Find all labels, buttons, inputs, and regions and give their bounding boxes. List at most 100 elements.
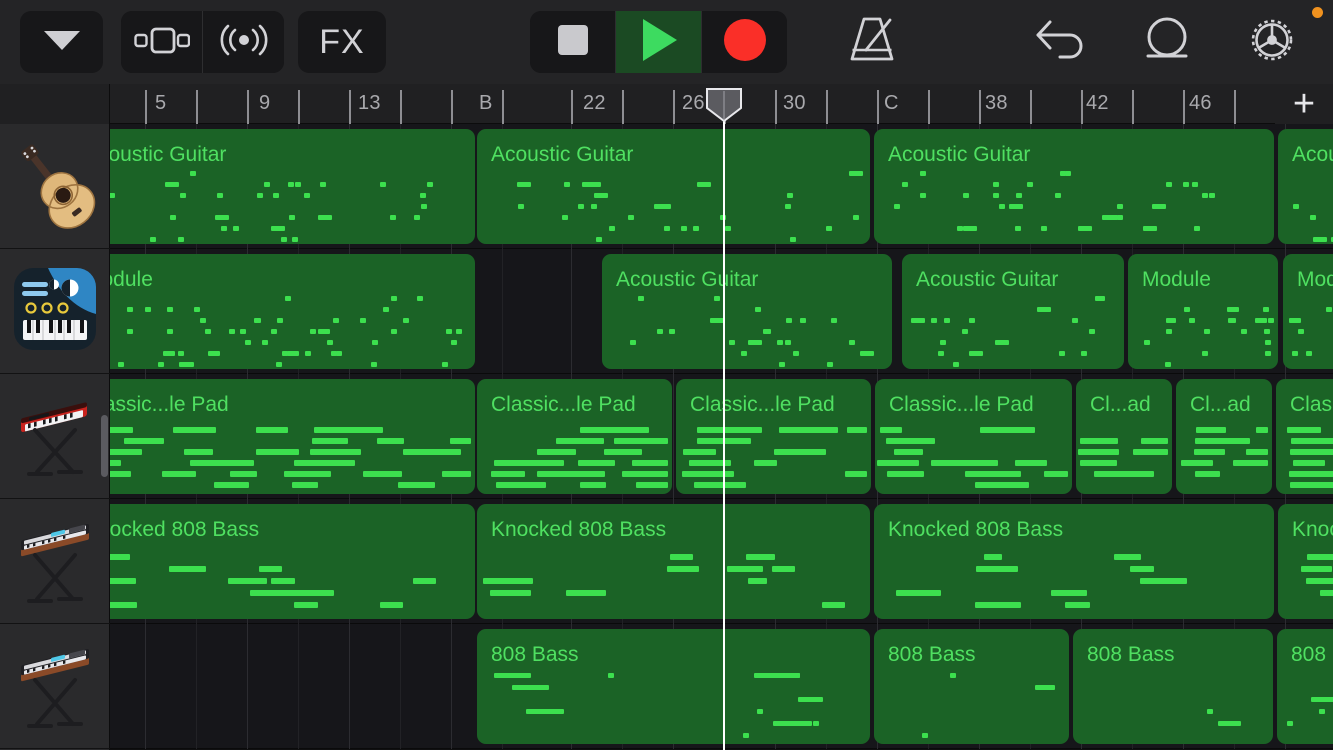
undo-button[interactable] [1026,11,1098,73]
midi-note [579,427,650,433]
track-acoustic-guitar-header[interactable] [0,124,110,249]
midi-note [220,226,227,231]
region-clip[interactable]: Knocked 808 Bass [1278,504,1333,619]
region-clip[interactable]: Module [1128,254,1278,369]
midi-note [157,362,164,367]
region-clip[interactable]: Classic...le Pad [676,379,871,494]
lane-gridline [196,624,197,749]
midi-note [992,193,999,198]
region-clip[interactable]: 808 Bass [874,629,1069,744]
region-clip[interactable]: Classic...le Pad [110,379,475,494]
live-loops-button[interactable] [203,11,284,73]
midi-note [1113,554,1142,560]
play-button[interactable] [616,11,701,73]
midi-note [668,329,675,334]
region-clip[interactable]: 808 Bass [1073,629,1273,744]
region-clip[interactable]: Acoustic Guitar [477,129,870,244]
track-module-lane[interactable]: Module Acoustic Guitar Acoustic Guitar Modu… [110,249,1333,374]
midi-note [1098,296,1105,301]
region-clip[interactable]: Classic...le Pad [875,379,1072,494]
region-clip[interactable]: Clas...ad [1276,379,1333,494]
midi-note [318,215,333,220]
midi-note [127,307,134,312]
region-clip[interactable]: 808 Bass [1277,629,1333,744]
midi-note [213,482,249,488]
track-knocked-808-bass-lane[interactable]: Knocked 808 Bass Knocked 808 Bass Knocked … [110,499,1333,624]
midi-note [1116,204,1123,209]
midi-note [1183,182,1190,187]
playhead-handle[interactable] [706,88,742,123]
midi-note [1193,449,1225,455]
add-track-button[interactable]: + [1275,84,1333,124]
midi-note [849,340,856,345]
midi-note [228,329,235,334]
midi-note [389,215,396,220]
record-button[interactable] [702,11,787,73]
midi-note [1291,438,1333,444]
settings-button[interactable] [1236,11,1308,73]
midi-note [526,709,565,714]
stop-square-icon [553,20,593,65]
region-clip[interactable]: Module [1283,254,1333,369]
midi-note [680,226,687,231]
region-clip[interactable]: Acoustic Guitar [110,129,475,244]
timeline-ruler[interactable]: 5 9 13 B 22 26 30 C 38 42 46 + [0,84,1333,124]
midi-note [757,709,764,714]
track-knocked-808-bass-header[interactable] [0,499,110,624]
ruler-bar-label: 9 [259,92,271,114]
tracks-view-button[interactable] [121,11,202,73]
region-clip[interactable]: Acoustic Guitar [1278,129,1333,244]
midi-note [255,449,299,455]
region-clip[interactable]: Cl...ad [1176,379,1272,494]
midi-note [719,215,726,220]
midi-note [292,482,318,488]
midi-note [1193,226,1200,231]
region-clip[interactable]: Module [110,254,475,369]
midi-note [1325,307,1332,312]
ruler-tick [622,90,624,124]
region-clip[interactable]: Classic...le Pad [477,379,672,494]
vertical-scroll-thumb[interactable] [101,415,108,477]
region-label: Knocked 808 Bass [110,518,260,541]
region-clip[interactable]: Acoustic Guitar [902,254,1124,369]
fx-button[interactable]: FX [298,11,386,73]
region-clip[interactable]: Acoustic Guitar [874,129,1274,244]
midi-note [416,296,423,301]
midi-note [482,578,533,584]
metronome-button[interactable] [836,11,908,73]
midi-note [943,318,950,323]
midi-note [748,340,763,345]
midi-note [270,578,296,584]
track-808-bass-header[interactable] [0,624,110,749]
track-classic-pad-lane[interactable]: Classic...le Pad Classic...le Pad Classic.… [110,374,1333,499]
midi-note [1217,721,1241,726]
midi-note [968,318,975,323]
track-classic-pad-header[interactable] [0,374,110,499]
library-button[interactable] [20,11,103,73]
midi-note [1232,460,1268,466]
region-clip[interactable]: Cl...ad [1076,379,1172,494]
track-808-bass-lane[interactable]: 808 Bass 808 Bass 808 Bass 808 Bass [110,624,1333,749]
region-clip[interactable]: Knocked 808 Bass [874,504,1274,619]
ruler-tick [1183,90,1185,124]
loop-button[interactable] [1131,11,1203,73]
ruler-bar-label: 38 [985,92,1008,114]
midi-note [1009,204,1024,209]
midi-note [1129,566,1154,572]
ruler-tick [1081,90,1083,124]
midi-note [184,449,213,455]
track-module-header[interactable] [0,249,110,374]
midi-note [1287,427,1322,433]
region-label: Acoustic Guitar [491,143,634,166]
midi-note [1263,329,1270,334]
stop-button[interactable] [530,11,615,73]
region-clip[interactable]: 808 Bass [477,629,870,744]
module-synth-app-icon [14,267,96,355]
region-clip[interactable]: Knocked 808 Bass [110,504,475,619]
region-clip[interactable]: Acoustic Guitar [602,254,892,369]
track-acoustic-guitar-lane[interactable]: Acoustic Guitar Acoustic Guitar Acoustic G… [110,124,1333,249]
midi-note [390,296,397,301]
ruler-bar-label: 26 [682,92,705,114]
track-lanes: Acoustic Guitar Acoustic Guitar Acoustic G… [110,124,1333,750]
region-clip[interactable]: Knocked 808 Bass [477,504,870,619]
